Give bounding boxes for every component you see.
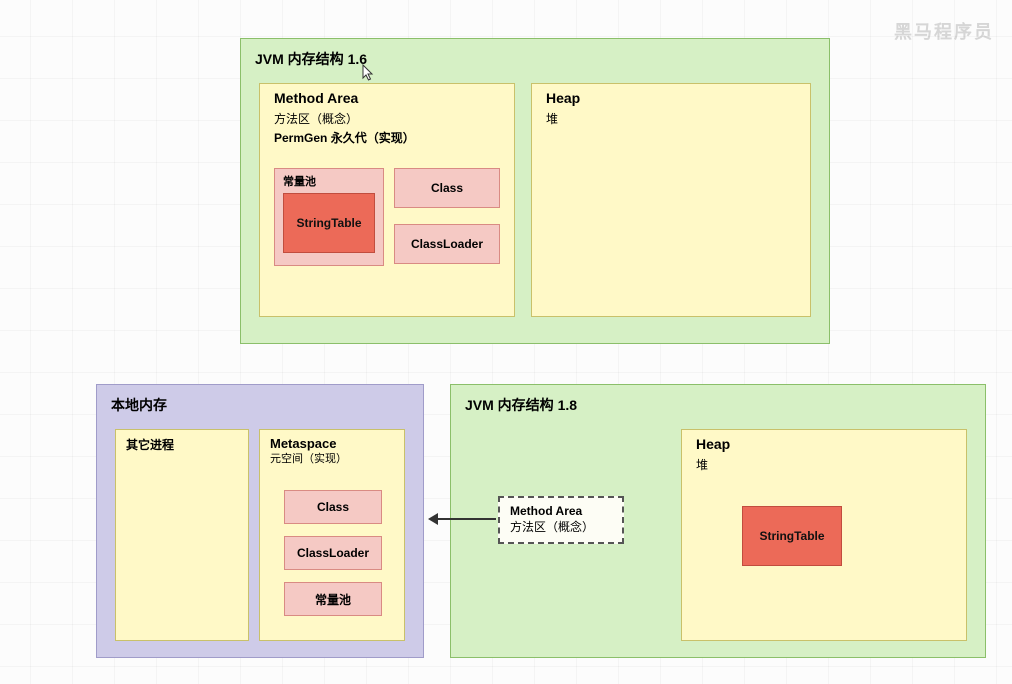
other-process-label: 其它进程 [116,430,248,459]
metaspace-sub: 元空间（实现） [260,451,404,469]
heap-18: Heap 堆 StringTable [681,429,967,641]
jvm18-title: JVM 内存结构 1.8 [451,385,985,419]
string-table-18: StringTable [742,506,842,566]
method-area-18-sub: 方法区（概念） [510,518,612,535]
arrow-method-to-metaspace [430,518,496,520]
method-area-16-sub1: 方法区（概念） [260,110,514,129]
classloader-box-16: ClassLoader [394,224,500,264]
method-area-18-concept: Method Area 方法区（概念） [498,496,624,544]
native-memory-container: 本地内存 其它进程 Metaspace 元空间（实现） Class ClassL… [96,384,424,658]
metaspace-box: Metaspace 元空间（实现） Class ClassLoader 常量池 [259,429,405,641]
method-area-16-title: Method Area [260,84,514,110]
heap-18-title: Heap [682,430,966,456]
constant-pool-16-label: 常量池 [283,173,316,189]
metaspace-title: Metaspace [260,430,404,451]
jvm16-title: JVM 内存结构 1.6 [241,39,829,73]
class-box-16: Class [394,168,500,208]
jvm16-container: JVM 内存结构 1.6 Method Area 方法区（概念） PermGen… [240,38,830,344]
native-memory-title: 本地内存 [97,385,423,419]
heap-16-title: Heap [532,84,810,110]
metaspace-class-box: Class [284,490,382,524]
metaspace-constpool-box: 常量池 [284,582,382,616]
heap-18-sub: 堆 [682,456,966,475]
method-area-16: Method Area 方法区（概念） PermGen 永久代（实现） 常量池 … [259,83,515,317]
constant-pool-16: 常量池 StringTable [274,168,384,266]
other-process-box: 其它进程 [115,429,249,641]
string-table-16: StringTable [283,193,375,253]
heap-16: Heap 堆 [531,83,811,317]
heap-16-sub: 堆 [532,110,810,129]
method-area-16-sub2: PermGen 永久代（实现） [260,129,514,148]
metaspace-classloader-box: ClassLoader [284,536,382,570]
method-area-18-title: Method Area [510,504,612,518]
